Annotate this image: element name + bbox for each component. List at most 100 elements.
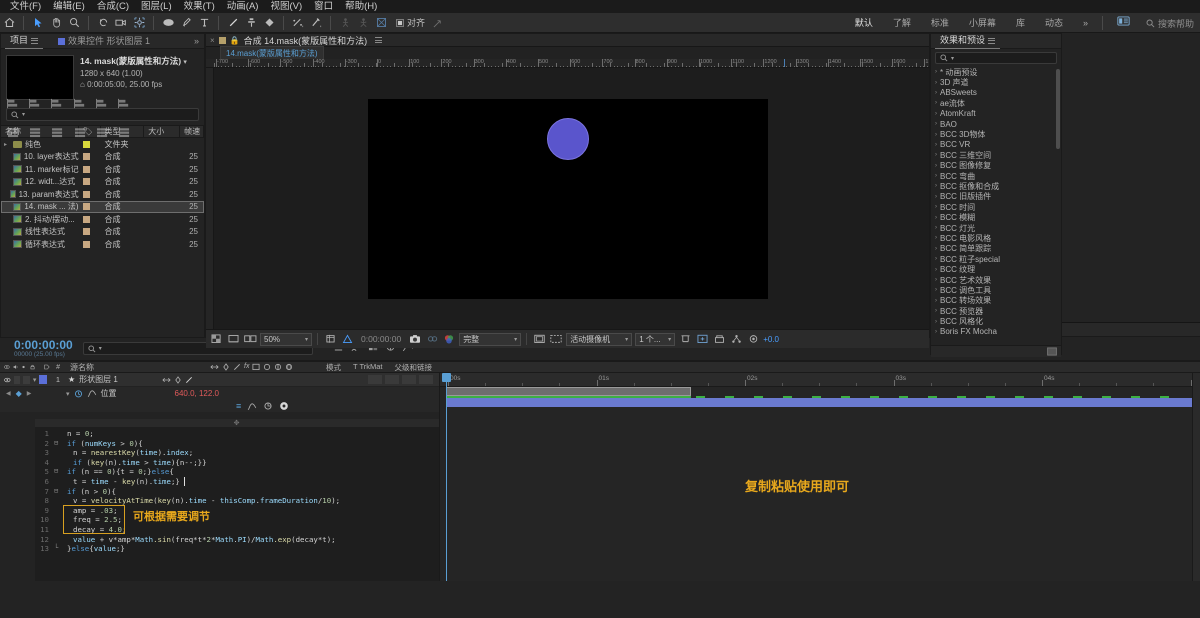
home-icon[interactable] (0, 14, 18, 32)
workspace-layout-icon[interactable] (1107, 13, 1140, 33)
timeline-timecode[interactable]: 0:00:00:00 (0, 339, 73, 351)
timeline-track-area[interactable]: 00s01s02s03s04s05s 复制粘贴使用即可 (440, 373, 1200, 581)
composition-panel-menu-icon[interactable] (375, 36, 382, 45)
workspace-tab-0[interactable]: 默认 (845, 13, 883, 33)
distribute-horizontal-center-icon[interactable] (95, 126, 110, 138)
workspace-tab-4[interactable]: 库 (1006, 13, 1035, 33)
list-item[interactable]: 12. widt...达式合成25 (1, 176, 204, 189)
menu-item-2[interactable]: 合成(C) (91, 0, 135, 13)
code-fold-marker[interactable]: ⊟ (54, 439, 58, 449)
effects-list-item[interactable]: ›BCC 模糊 (931, 212, 1061, 222)
trkmat-header[interactable]: T TrkMat (353, 362, 382, 373)
distribute-vertical-center-icon[interactable] (28, 126, 43, 138)
effects-list-item[interactable]: ›BCC 风格化 (931, 316, 1061, 326)
effects-panel-menu-icon[interactable] (988, 36, 995, 45)
parent-header[interactable]: 父级和链接 (395, 362, 433, 373)
disclosure-triangle-icon[interactable]: › (935, 173, 937, 179)
list-item[interactable]: 10. layer表达式合成25 (1, 151, 204, 164)
effects-list-item[interactable]: ›BCC 简单跟踪 (931, 244, 1061, 254)
show-snapshot-icon[interactable] (425, 332, 439, 346)
list-item[interactable]: 循环表达式合成25 (1, 238, 204, 251)
eraser-tool-icon[interactable] (260, 14, 278, 32)
property-name-cell[interactable]: ▾ 位置 (46, 388, 117, 399)
col-size[interactable]: 大小 (144, 125, 180, 138)
snapshot-compare-icon[interactable] (243, 332, 257, 346)
disclosure-triangle-icon[interactable]: › (935, 142, 937, 148)
zoom-level-dropdown[interactable]: 50% ▾ (260, 333, 312, 346)
current-time-indicator[interactable] (446, 373, 447, 581)
effects-list-item[interactable]: ›ABSweets (931, 88, 1061, 98)
puppet-starch-tool-icon[interactable] (354, 14, 372, 32)
code-line[interactable]: value + v*amp*Math.sin(freq*t*2*Math.PI)… (59, 535, 439, 545)
effects-list-item[interactable]: ›BCC 抠像和合成 (931, 181, 1061, 191)
code-line[interactable]: n = 0; (59, 429, 439, 439)
disclosure-triangle-icon[interactable]: › (935, 225, 937, 231)
disclosure-triangle-icon[interactable]: › (935, 163, 937, 169)
grid-guides-icon[interactable] (340, 332, 354, 346)
tab-project[interactable]: 项目 (5, 33, 43, 49)
effects-list-item[interactable]: ›BCC VR (931, 140, 1061, 150)
col-rate[interactable]: 帧速率 (180, 125, 204, 138)
mode-header[interactable]: 模式 (326, 362, 341, 373)
table-row[interactable]: ▾ 1 ★ 形状图层 1 (0, 373, 439, 387)
audio-toggle[interactable] (14, 376, 21, 384)
source-name-header[interactable]: 源名称 (60, 362, 210, 373)
effects-list-item[interactable]: ›BCC 纹理 (931, 264, 1061, 274)
menu-item-6[interactable]: 视图(V) (264, 0, 308, 13)
code-editor-grip[interactable]: ✥ (35, 419, 439, 427)
chevron-down-icon[interactable]: ▾ (66, 390, 70, 398)
disclosure-triangle-icon[interactable]: › (935, 121, 937, 127)
label-swatch[interactable] (83, 166, 90, 173)
property-value[interactable]: 640.0, 122.0 (175, 389, 219, 398)
puppet-overlap-tool-icon[interactable] (336, 14, 354, 32)
effects-list-item[interactable]: ›* 动画预设 (931, 67, 1061, 77)
puppet-bend-tool-icon[interactable] (372, 14, 390, 32)
exposure-value[interactable]: +0.0 (763, 335, 779, 344)
code-line[interactable]: if (n == 0){t = 0;}else{ (59, 467, 439, 477)
effects-list-item[interactable]: ›BCC 弯曲 (931, 171, 1061, 181)
menu-item-5[interactable]: 动画(A) (221, 0, 265, 13)
effects-list-item[interactable]: ›BCC 艺术效果 (931, 275, 1061, 285)
hand-tool-icon[interactable] (47, 14, 65, 32)
effects-list[interactable]: ›* 动画预设›3D 声道›ABSweets›ae流体›AtomKraft›BA… (931, 67, 1061, 345)
effects-scrollbar[interactable] (1056, 69, 1060, 149)
camera-tool-icon[interactable] (112, 14, 130, 32)
anchor-point-tool-icon[interactable] (130, 14, 148, 32)
pen-tool-icon[interactable] (177, 14, 195, 32)
puppet-pin-tool-icon[interactable] (307, 14, 325, 32)
brush-tool-icon[interactable] (224, 14, 242, 32)
property-row-position[interactable]: ◀ ◆ ▶ ▾ 位置 640.0, 122.0 (0, 387, 439, 400)
effects-list-item[interactable]: ›AtomKraft (931, 109, 1061, 119)
disclosure-triangle-icon[interactable]: › (935, 308, 937, 314)
project-tabs-overflow[interactable]: » (189, 34, 204, 49)
text-tool-icon[interactable] (195, 14, 213, 32)
effects-list-item[interactable]: ›ae流体 (931, 98, 1061, 108)
menu-item-1[interactable]: 编辑(E) (47, 0, 91, 13)
toggle-transparency-grid-icon[interactable] (209, 332, 223, 346)
effects-list-item[interactable]: ›BCC 旧版插件 (931, 192, 1061, 202)
code-fold-marker[interactable]: ⊟ (54, 487, 58, 497)
project-search-input[interactable]: ▾ (6, 108, 199, 121)
effects-list-item[interactable]: ›BCC 灯光 (931, 223, 1061, 233)
clone-stamp-tool-icon[interactable] (242, 14, 260, 32)
effects-list-item[interactable]: ›3D 声道 (931, 77, 1061, 87)
toggle-mask-visibility-icon[interactable] (226, 332, 240, 346)
code-line[interactable]: }else{value;} (59, 544, 439, 554)
layer-switches[interactable]: ▾ 1 (0, 375, 60, 384)
align-vertical-center-icon[interactable] (95, 97, 110, 109)
menu-item-8[interactable]: 帮助(H) (339, 0, 383, 13)
composition-viewer[interactable] (206, 68, 929, 329)
align-bottom-icon[interactable] (117, 97, 132, 109)
effects-list-item[interactable]: ›BCC 3D物体 (931, 129, 1061, 139)
pixel-aspect-correction-icon[interactable] (678, 332, 692, 346)
disclosure-triangle-icon[interactable]: › (935, 183, 937, 189)
align-left-icon[interactable] (6, 97, 21, 109)
panel-menu-icon[interactable] (31, 36, 38, 45)
mode-trkmat-parent-cells[interactable] (368, 375, 439, 384)
layer-duration-bar[interactable] (446, 398, 1198, 407)
code-fold-marker[interactable]: └ (54, 544, 58, 554)
align-top-icon[interactable] (73, 97, 88, 109)
chevron-down-icon[interactable]: ▾ (183, 59, 187, 66)
timecode-block[interactable]: 0:00:00:00 00000 (25.00 fps) (0, 339, 73, 358)
expression-code-editor[interactable]: ✥ 12345678910111213 n = 0;if (numKeys > … (35, 419, 439, 581)
